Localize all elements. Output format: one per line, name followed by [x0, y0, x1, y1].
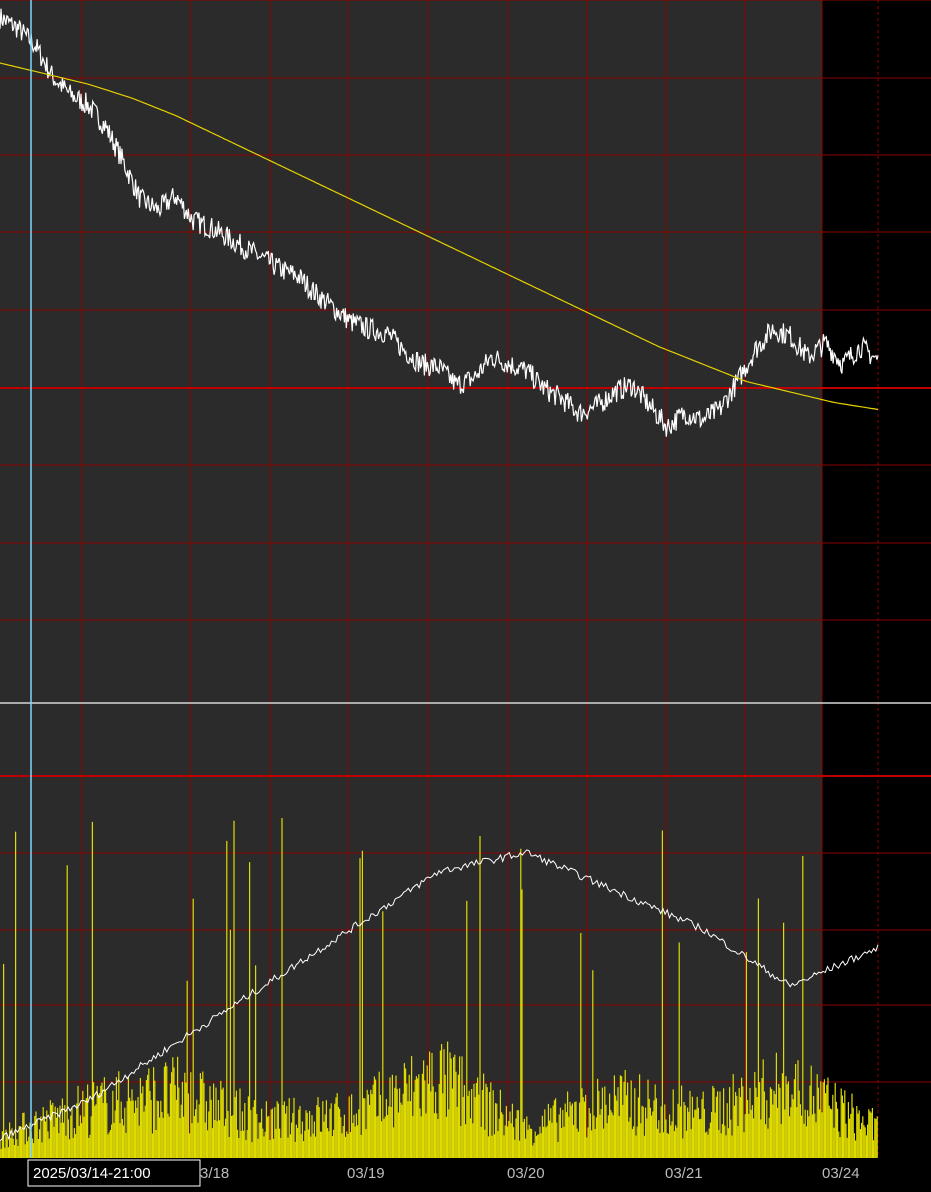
- cursor-label: 2025/03/14-21:00: [33, 1165, 151, 1182]
- x-tick-label: 03/21: [665, 1165, 703, 1182]
- chart-background: [0, 0, 931, 1192]
- x-tick-label: 3/18: [200, 1165, 229, 1182]
- after-hours-background: [822, 0, 931, 1158]
- x-tick-label: 03/24: [822, 1165, 860, 1182]
- chart-svg: 3/18 03/19 03/20 03/21 03/24 2025/03/14-21:00: [0, 0, 931, 1192]
- chart: 3/18 03/19 03/20 03/21 03/24 2025/03/14-21:00: [0, 0, 931, 1192]
- x-tick-label: 03/19: [347, 1165, 385, 1182]
- x-tick-label: 03/20: [507, 1165, 545, 1182]
- session-background: [0, 0, 822, 1158]
